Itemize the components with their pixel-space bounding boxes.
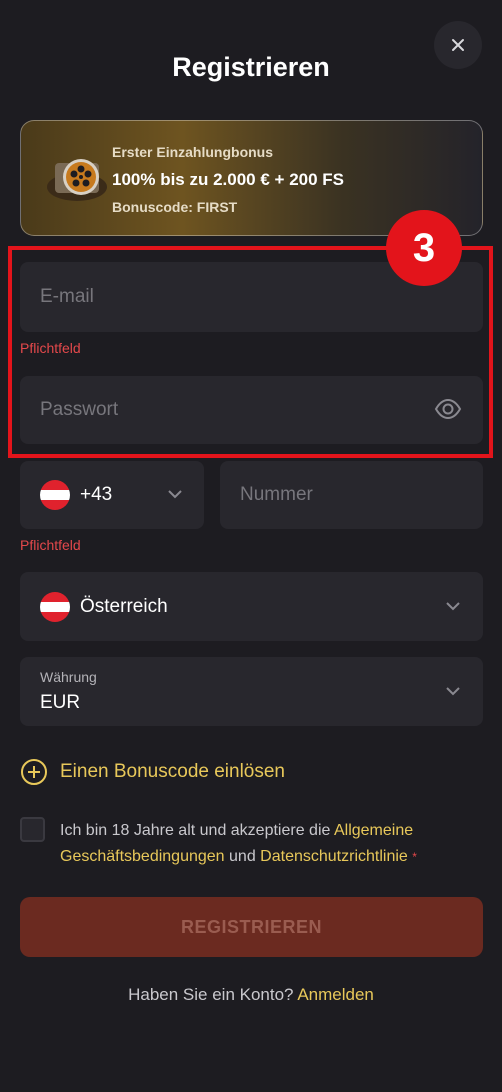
austria-flag-icon (40, 592, 70, 622)
chevron-down-icon (446, 687, 460, 696)
terms-text: Ich bin 18 Jahre alt und akzeptiere die … (60, 818, 480, 870)
terms-checkbox[interactable] (20, 817, 45, 842)
country-code: +43 (80, 484, 113, 505)
currency-select[interactable]: Währung EUR (20, 657, 483, 726)
login-link[interactable]: Anmelden (297, 985, 374, 1004)
phone-error: Pflichtfeld (20, 537, 81, 553)
austria-flag-icon (40, 480, 70, 510)
email-placeholder: E-mail (40, 286, 94, 307)
required-mark: * (412, 850, 417, 864)
register-button[interactable]: REGISTRIEREN (20, 897, 483, 957)
country-select[interactable]: Österreich (20, 572, 483, 641)
bonus-code: Bonuscode: FIRST (112, 199, 238, 215)
currency-label: Währung (40, 669, 97, 685)
film-reel-icon (47, 159, 107, 201)
password-placeholder: Passwort (40, 399, 119, 420)
email-error: Pflichtfeld (20, 340, 81, 356)
currency-value: EUR (40, 692, 81, 713)
step-badge: 3 (386, 210, 462, 286)
close-icon (452, 39, 464, 51)
terms-text-middle: und (224, 848, 261, 865)
login-text: Haben Sie ein Konto? (128, 985, 294, 1004)
password-field[interactable]: Passwort (20, 376, 483, 444)
redeem-bonus-code-link[interactable]: Einen Bonuscode einlösen (20, 758, 285, 786)
plus-circle-icon (21, 759, 47, 785)
phone-number-field[interactable]: Nummer (220, 461, 483, 529)
page-title: Registrieren (172, 52, 330, 82)
bonus-subtitle: Erster Einzahlungbonus (112, 144, 274, 160)
terms-text-before: Ich bin 18 Jahre alt und akzeptiere die (60, 822, 334, 839)
bonus-offer: 100% bis zu 2.000 € + 200 FS (112, 170, 344, 189)
chevron-down-icon (168, 490, 182, 499)
chevron-down-icon (446, 602, 460, 611)
eye-icon[interactable] (434, 398, 462, 420)
login-prompt: Haben Sie ein Konto? Anmelden (0, 985, 502, 1005)
bonus-code-link-label: Einen Bonuscode einlösen (60, 761, 286, 782)
country-code-select[interactable]: +43 (20, 461, 204, 529)
country-value: Österreich (80, 596, 168, 617)
phone-placeholder: Nummer (240, 484, 313, 505)
privacy-link[interactable]: Datenschutzrichtlinie (260, 848, 408, 865)
